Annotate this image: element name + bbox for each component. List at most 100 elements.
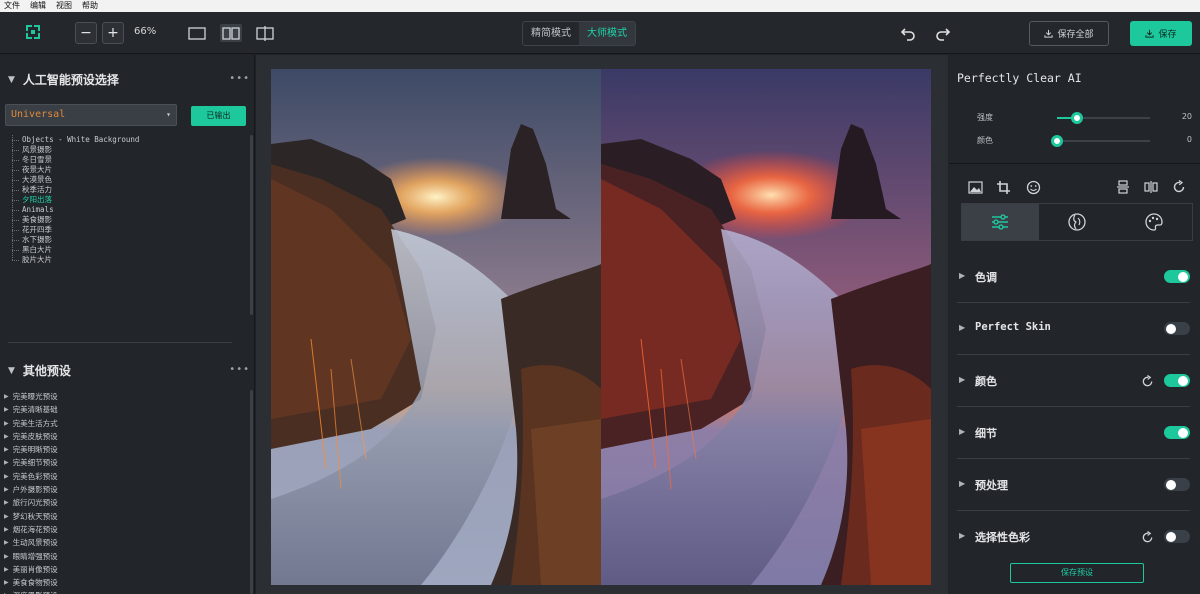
tree-item[interactable]: 花开四季 <box>12 225 242 235</box>
tree-item[interactable]: 胶片大片 <box>12 255 242 265</box>
zoom-level: 66% <box>134 26 157 37</box>
zoom-in-button[interactable]: + <box>102 22 124 44</box>
section-3[interactable]: ▶ 颜色 <box>957 366 1190 394</box>
section-5[interactable]: ▶ 预处理 <box>957 470 1190 498</box>
face-icon[interactable] <box>1025 179 1041 195</box>
tree-item[interactable]: 美食摄影 <box>12 215 242 225</box>
more-options-icon[interactable]: ••• <box>229 73 250 84</box>
mode-simple-tab[interactable]: 精简模式 <box>523 22 579 45</box>
image-icon[interactable] <box>967 179 983 195</box>
preset-tree-scrollbar[interactable] <box>250 135 253 315</box>
rotate-icon[interactable] <box>1171 179 1187 195</box>
mode-master-tab[interactable]: 大师模式 <box>579 22 635 45</box>
preset-list-item[interactable]: ▶ 完美皮肤预设 <box>4 430 244 443</box>
undo-button[interactable] <box>899 24 917 42</box>
crop-icon[interactable] <box>995 179 1011 195</box>
slider-handle[interactable] <box>1051 135 1063 147</box>
other-presets-header[interactable]: ▼ 其他预设 <box>8 362 71 379</box>
preset-list-item[interactable]: ▶ 美丽肖像预设 <box>4 563 244 576</box>
slider-track[interactable] <box>1057 140 1150 142</box>
preset-list-item[interactable]: ▶ 旅行闪光预设 <box>4 496 244 509</box>
save-button[interactable]: 保存 <box>1130 21 1192 46</box>
expand-triangle-icon: ▶ <box>4 579 9 587</box>
compare-view-button[interactable] <box>254 24 276 42</box>
menu-file[interactable]: 文件 <box>4 0 20 12</box>
section-2[interactable]: ▶ Perfect Skin <box>957 314 1190 342</box>
tree-item[interactable]: Objects - White Background <box>12 135 242 145</box>
section-4[interactable]: ▶ 细节 <box>957 418 1190 446</box>
tree-item[interactable]: 夕阳出落 <box>12 195 242 205</box>
tree-item[interactable]: 冬日雪景 <box>12 155 242 165</box>
tree-item[interactable]: 风景摄影 <box>12 145 242 155</box>
preset-list-item[interactable]: ▶ 深度黑影预设 <box>4 589 244 594</box>
expand-triangle-icon[interactable]: ▶ <box>959 375 965 384</box>
menu-help[interactable]: 帮助 <box>82 0 98 12</box>
section-1[interactable]: ▶ 色调 <box>957 262 1190 290</box>
preset-list-item[interactable]: ▶ 完美生活方式 <box>4 417 244 430</box>
preset-list-item[interactable]: ▶ 完美曝光预设 <box>4 390 244 403</box>
color-label: 颜色 <box>977 136 993 145</box>
preset-list-item[interactable]: ▶ 户外摄影预设 <box>4 483 244 496</box>
preset-list-label: 眼睛增强预设 <box>12 551 58 561</box>
color-slider[interactable]: 颜色 0 <box>977 135 1192 147</box>
section-label: 色调 <box>975 271 997 284</box>
zoom-out-button[interactable]: − <box>75 22 97 44</box>
menu-view[interactable]: 视图 <box>56 0 72 12</box>
flip-horizontal-icon[interactable] <box>1143 179 1159 195</box>
preset-list-item[interactable]: ▶ 烟花海花预设 <box>4 523 244 536</box>
divider <box>957 458 1190 459</box>
strength-slider[interactable]: 强度 20 <box>977 112 1192 124</box>
preset-list-item[interactable]: ▶ 生动风景预设 <box>4 536 244 549</box>
reset-icon[interactable] <box>1141 529 1154 548</box>
preset-select[interactable]: Universal ▾ <box>5 104 177 126</box>
expand-triangle-icon[interactable]: ▶ <box>959 323 965 332</box>
preset-list-item[interactable]: ▶ 完美明晰预设 <box>4 443 244 456</box>
preset-list-item[interactable]: ▶ 梦幻秋天预设 <box>4 510 244 523</box>
preset-list-item[interactable]: ▶ 完美清晰基础 <box>4 403 244 416</box>
expand-triangle-icon: ▶ <box>4 512 9 520</box>
tree-item[interactable]: 大漠景色 <box>12 175 242 185</box>
flip-vertical-icon[interactable] <box>1115 179 1131 195</box>
split-view-icon <box>222 26 240 40</box>
ai-presets-header[interactable]: ▼ 人工智能预设选择 <box>8 71 119 88</box>
expand-triangle-icon[interactable]: ▶ <box>959 531 965 540</box>
save-preset-button[interactable]: 保存预设 <box>1010 563 1144 583</box>
preset-list-item[interactable]: ▶ 完美细节预设 <box>4 456 244 469</box>
section-toggle[interactable] <box>1164 478 1190 491</box>
single-view-button[interactable] <box>186 24 208 42</box>
preset-select-value: Universal <box>11 109 66 120</box>
section-toggle[interactable] <box>1164 426 1190 439</box>
tree-item[interactable]: 黑白大片 <box>12 245 242 255</box>
section-toggle[interactable] <box>1164 530 1190 543</box>
split-view-button[interactable] <box>220 24 242 42</box>
tree-item[interactable]: 夜景大片 <box>12 165 242 175</box>
tab-creative[interactable] <box>1115 204 1192 240</box>
section-toggle[interactable] <box>1164 322 1190 335</box>
section-6[interactable]: ▶ 选择性色彩 <box>957 522 1190 550</box>
section-label: 细节 <box>975 427 997 440</box>
preset-list-item[interactable]: ▶ 完美色彩预设 <box>4 470 244 483</box>
tab-face[interactable] <box>1039 204 1116 240</box>
expand-triangle-icon[interactable]: ▶ <box>959 479 965 488</box>
export-button[interactable]: 已输出 <box>191 106 246 126</box>
preset-list-item[interactable]: ▶ 眼睛增强预设 <box>4 550 244 563</box>
menu-edit[interactable]: 编辑 <box>30 0 46 12</box>
photo-preview[interactable] <box>271 69 931 585</box>
more-options-icon[interactable]: ••• <box>229 364 250 375</box>
expand-triangle-icon: ▶ <box>4 393 9 400</box>
reset-icon[interactable] <box>1141 373 1154 392</box>
tree-item[interactable]: 水下摄影 <box>12 235 242 245</box>
preset-list-item[interactable]: ▶ 美食食物预设 <box>4 576 244 589</box>
expand-triangle-icon[interactable]: ▶ <box>959 427 965 436</box>
tree-item[interactable]: 秋季活力 <box>12 185 242 195</box>
tab-adjustments[interactable] <box>962 204 1039 240</box>
other-presets-scrollbar[interactable] <box>250 390 253 594</box>
expand-triangle-icon[interactable]: ▶ <box>959 271 965 280</box>
slider-handle[interactable] <box>1071 112 1083 124</box>
tree-item[interactable]: Animals <box>12 205 242 215</box>
section-toggle[interactable] <box>1164 374 1190 387</box>
save-all-button[interactable]: 保存全部 <box>1029 21 1109 46</box>
preset-list-label: 美丽肖像预设 <box>12 564 58 574</box>
section-toggle[interactable] <box>1164 270 1190 283</box>
redo-button[interactable] <box>934 24 952 42</box>
